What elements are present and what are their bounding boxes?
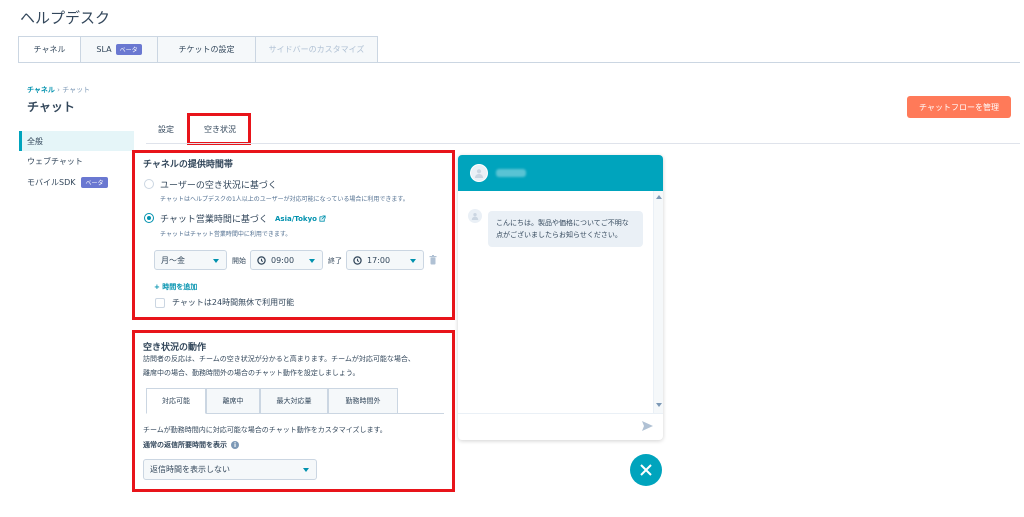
timezone-link[interactable]: Asia/Tokyo [275, 215, 326, 223]
chat-launcher-close-button[interactable] [630, 454, 662, 486]
option-label: ユーザーの空き状況に基づく [160, 181, 277, 191]
select-value: 月〜金 [161, 255, 185, 265]
manage-chatflow-button[interactable]: チャットフローを管理 [907, 96, 1011, 118]
divider [146, 143, 1020, 144]
caret-down-icon [213, 259, 219, 263]
sidebar-item-label: モバイルSDK [27, 177, 76, 187]
clock-icon [257, 255, 266, 265]
reply-time-select[interactable]: 返信時間を表示しない [143, 459, 317, 480]
agent-name-redacted [496, 169, 526, 177]
external-link-icon [319, 215, 326, 222]
beta-badge: ベータ [115, 44, 142, 55]
section-description: 訪問者の反応は、チームの空き状況が分かると高まります。チームが対応可能な場合、 [143, 355, 415, 363]
tab-sidebar-customize[interactable]: サイドバーのカスタマイズ [255, 36, 378, 63]
clock-icon [353, 255, 362, 265]
top-tabs: チャネル SLA ベータ チケットの設定 サイドバーのカスタマイズ [18, 36, 378, 63]
chat-header [458, 155, 663, 191]
sidebar-item-mobile-sdk[interactable]: モバイルSDK ベータ [19, 172, 134, 192]
tab-available[interactable]: 対応可能 [146, 388, 206, 414]
days-select[interactable]: 月〜金 [154, 250, 227, 270]
start-label: 開始 [232, 257, 246, 265]
tab-availability[interactable]: 空き状況 [204, 124, 236, 135]
select-value: 09:00 [271, 255, 295, 265]
label-text: 通常の返信所要時間を表示 [143, 441, 227, 449]
section-heading: チャネルの提供時間帯 [143, 160, 233, 170]
radio-business-hours[interactable] [144, 213, 154, 223]
timezone-text: Asia/Tokyo [275, 215, 317, 223]
select-value: 返信時間を表示しない [150, 465, 230, 474]
add-hours-link[interactable]: + 時間を追加 [154, 282, 197, 292]
breadcrumb: チャネル › チャット [27, 85, 90, 95]
divider [18, 62, 1020, 63]
scroll-up-icon[interactable] [656, 195, 662, 199]
section-description: 離席中の場合、勤務時間外の場合のチャット動作を設定しましょう。 [143, 369, 360, 377]
end-label: 終了 [328, 257, 342, 265]
scroll-down-icon[interactable] [656, 403, 662, 407]
tab-away[interactable]: 離席中 [206, 388, 260, 414]
breadcrumb-current: チャット [62, 86, 91, 94]
tab-max-capacity[interactable]: 最大対応量 [260, 388, 328, 414]
scrollbar[interactable] [653, 191, 663, 413]
send-icon[interactable] [642, 421, 653, 431]
radio-user-availability[interactable] [144, 179, 154, 189]
person-icon [471, 212, 479, 220]
caret-down-icon [303, 468, 309, 472]
option-help: チャットはチャット営業時間中に利用できます。 [160, 231, 292, 238]
trash-icon[interactable] [429, 255, 437, 265]
chat-input[interactable] [466, 417, 636, 435]
sidebar-item-general[interactable]: 全般 [19, 131, 134, 151]
tab-label: チケットの設定 [178, 45, 235, 54]
sidebar-item-label: ウェブチャット [27, 156, 83, 166]
avatar [470, 164, 488, 182]
beta-badge: ベータ [81, 176, 108, 188]
page-title: チャット [27, 100, 75, 114]
info-icon[interactable]: i [231, 441, 239, 449]
tab-ticket-settings[interactable]: チケットの設定 [157, 36, 255, 63]
tab-label: SLA [96, 45, 112, 54]
close-icon [640, 464, 652, 476]
tab-channels[interactable]: チャネル [18, 36, 80, 63]
checkbox-label: チャットは24時間無休で利用可能 [172, 298, 295, 307]
reply-time-label: 通常の返信所要時間を表示 i [143, 440, 239, 450]
option-label: チャット営業時間に基づく [160, 215, 268, 225]
end-time-select[interactable]: 17:00 [346, 250, 424, 270]
start-time-select[interactable]: 09:00 [250, 250, 323, 270]
sidebar-item-label: 全般 [27, 136, 43, 146]
chat-preview: こんにちは。製品や価格についてご不明な点がございましたらお知らせください。 [458, 155, 663, 440]
tab-label: チャネル [33, 45, 66, 54]
select-value: 17:00 [367, 255, 391, 265]
chat-message: こんにちは。製品や価格についてご不明な点がございましたらお知らせください。 [488, 211, 643, 247]
divider [458, 413, 663, 414]
app-title: ヘルプデスク [20, 9, 111, 27]
tab-description: チームが勤務時間内に対応可能な場合のチャット動作をカスタマイズします。 [143, 426, 387, 434]
caret-down-icon [309, 259, 315, 263]
tab-settings[interactable]: 設定 [158, 124, 174, 135]
sidebar-item-webchat[interactable]: ウェブチャット [19, 151, 134, 171]
option-help: チャットはヘルプデスクの1人以上のユーザーが対応可能になっている場合に利用できま… [160, 196, 409, 203]
breadcrumb-separator: › [57, 86, 60, 94]
avatar [468, 209, 482, 223]
person-icon [475, 169, 483, 178]
tab-sla[interactable]: SLA ベータ [80, 36, 157, 63]
tab-label: サイドバーのカスタマイズ [268, 45, 365, 54]
tab-out-of-hours[interactable]: 勤務時間外 [328, 388, 398, 414]
breadcrumb-link[interactable]: チャネル [27, 86, 55, 94]
caret-down-icon [410, 259, 416, 263]
always-on-checkbox[interactable] [155, 298, 165, 308]
